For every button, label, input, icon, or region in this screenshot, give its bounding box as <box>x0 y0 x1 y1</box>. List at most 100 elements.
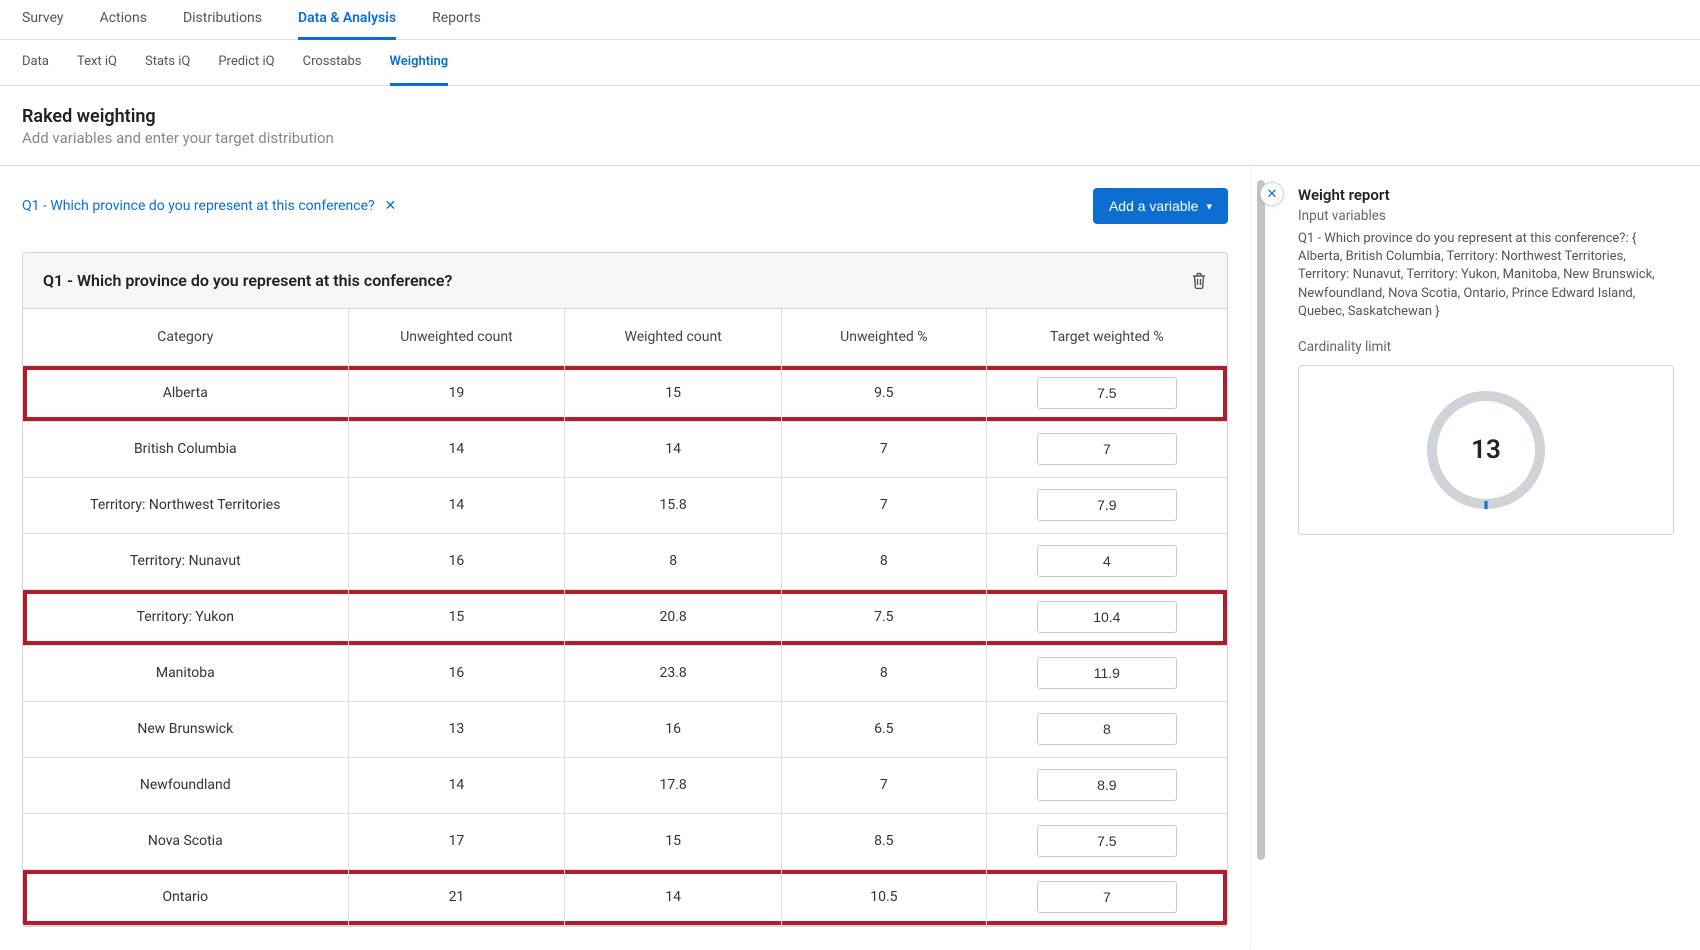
subtab-crosstabs[interactable]: Crosstabs <box>303 40 362 86</box>
page-title: Raked weighting <box>22 106 1678 127</box>
table-cell: Ontario <box>23 869 348 925</box>
table-cell: 19 <box>348 365 565 421</box>
table-cell: Territory: Nunavut <box>23 533 348 589</box>
target-cell <box>986 421 1227 477</box>
table-row: Newfoundland1417.87 <box>23 757 1227 813</box>
weight-report-panel: Weight report Input variables Q1 - Which… <box>1272 166 1700 949</box>
tab-survey[interactable]: Survey <box>22 0 64 40</box>
table-cell: 14 <box>348 757 565 813</box>
report-title: Weight report <box>1298 186 1674 204</box>
page-subtitle: Add variables and enter your target dist… <box>22 129 1678 147</box>
target-weighted-input[interactable] <box>1037 825 1177 857</box>
table-row: Ontario211410.5 <box>23 869 1227 925</box>
close-icon[interactable]: ✕ <box>385 198 397 214</box>
table-cell: 14 <box>348 477 565 533</box>
subtab-text-iq[interactable]: Text iQ <box>77 40 117 86</box>
question-card-header: Q1 - Which province do you represent at … <box>23 253 1227 309</box>
table-cell: 15 <box>565 813 782 869</box>
question-card: Q1 - Which province do you represent at … <box>22 252 1228 927</box>
target-weighted-input[interactable] <box>1037 377 1177 409</box>
table-cell: 14 <box>565 869 782 925</box>
tab-data-analysis[interactable]: Data & Analysis <box>298 0 396 40</box>
cardinality-block: Cardinality limit 13 <box>1298 339 1674 535</box>
chevron-down-icon: ▾ <box>1206 200 1212 213</box>
table-cell: Territory: Yukon <box>23 589 348 645</box>
table-row: British Columbia14147 <box>23 421 1227 477</box>
target-cell <box>986 589 1227 645</box>
target-cell <box>986 813 1227 869</box>
primary-tabbar: Survey Actions Distributions Data & Analysi… <box>0 0 1700 40</box>
target-weighted-input[interactable] <box>1037 657 1177 689</box>
table-cell: 14 <box>565 421 782 477</box>
table-cell: 15 <box>565 365 782 421</box>
subtab-weighting[interactable]: Weighting <box>390 40 449 86</box>
table-cell: 15 <box>348 589 565 645</box>
table-cell: Territory: Northwest Territories <box>23 477 348 533</box>
trash-icon[interactable] <box>1191 272 1207 290</box>
table-row: Territory: Northwest Territories1415.87 <box>23 477 1227 533</box>
table-cell: 9.5 <box>782 365 987 421</box>
cardinality-gauge: 13 <box>1421 385 1551 515</box>
weighting-table: CategoryUnweighted countWeighted countUn… <box>23 309 1227 926</box>
close-panel-button[interactable]: ✕ <box>1260 182 1284 206</box>
table-row: Territory: Nunavut1688 <box>23 533 1227 589</box>
subtab-data[interactable]: Data <box>22 40 49 86</box>
cardinality-card: 13 <box>1298 365 1674 535</box>
table-cell: Newfoundland <box>23 757 348 813</box>
subtab-stats-iq[interactable]: Stats iQ <box>145 40 190 86</box>
variable-chip[interactable]: Q1 - Which province do you represent at … <box>22 198 396 214</box>
table-row: Nova Scotia17158.5 <box>23 813 1227 869</box>
workspace: Q1 - Which province do you represent at … <box>0 165 1700 949</box>
variable-bar: Q1 - Which province do you represent at … <box>22 188 1228 224</box>
target-weighted-input[interactable] <box>1037 713 1177 745</box>
tab-actions[interactable]: Actions <box>100 0 147 40</box>
target-cell <box>986 869 1227 925</box>
table-cell: 7 <box>782 421 987 477</box>
table-cell: 14 <box>348 421 565 477</box>
scrollbar-thumb[interactable] <box>1257 180 1265 860</box>
table-cell: Nova Scotia <box>23 813 348 869</box>
table-cell: 20.8 <box>565 589 782 645</box>
column-header: Weighted count <box>565 309 782 365</box>
table-cell: 6.5 <box>782 701 987 757</box>
column-header: Target weighted % <box>986 309 1227 365</box>
table-row: Manitoba1623.88 <box>23 645 1227 701</box>
table-cell: 15.8 <box>565 477 782 533</box>
tab-reports[interactable]: Reports <box>432 0 481 40</box>
target-weighted-input[interactable] <box>1037 769 1177 801</box>
table-cell: Manitoba <box>23 645 348 701</box>
table-cell: 17 <box>348 813 565 869</box>
table-cell: 21 <box>348 869 565 925</box>
table-cell: 8 <box>782 645 987 701</box>
target-weighted-input[interactable] <box>1037 433 1177 465</box>
target-cell <box>986 701 1227 757</box>
column-header: Unweighted count <box>348 309 565 365</box>
main-panel: Q1 - Which province do you represent at … <box>0 166 1250 949</box>
table-cell: British Columbia <box>23 421 348 477</box>
target-weighted-input[interactable] <box>1037 601 1177 633</box>
table-cell: New Brunswick <box>23 701 348 757</box>
table-row: New Brunswick13166.5 <box>23 701 1227 757</box>
table-cell: 13 <box>348 701 565 757</box>
target-weighted-input[interactable] <box>1037 545 1177 577</box>
tab-distributions[interactable]: Distributions <box>183 0 262 40</box>
table-cell: 8 <box>782 533 987 589</box>
target-weighted-input[interactable] <box>1037 489 1177 521</box>
target-cell <box>986 365 1227 421</box>
subtab-predict-iq[interactable]: Predict iQ <box>218 40 274 86</box>
report-input-vars-label: Input variables <box>1298 208 1674 224</box>
target-cell <box>986 533 1227 589</box>
add-variable-button[interactable]: Add a variable ▾ <box>1093 188 1228 224</box>
target-cell <box>986 757 1227 813</box>
add-variable-label: Add a variable <box>1109 198 1199 214</box>
cardinality-label: Cardinality limit <box>1298 339 1674 355</box>
table-cell: 16 <box>565 701 782 757</box>
secondary-tabbar: Data Text iQ Stats iQ Predict iQ Crosstabs We… <box>0 40 1700 86</box>
column-header: Category <box>23 309 348 365</box>
target-cell <box>986 477 1227 533</box>
variable-chip-label: Q1 - Which province do you represent at … <box>22 198 375 214</box>
table-cell: Alberta <box>23 365 348 421</box>
target-weighted-input[interactable] <box>1037 881 1177 913</box>
table-cell: 7 <box>782 757 987 813</box>
table-cell: 17.8 <box>565 757 782 813</box>
